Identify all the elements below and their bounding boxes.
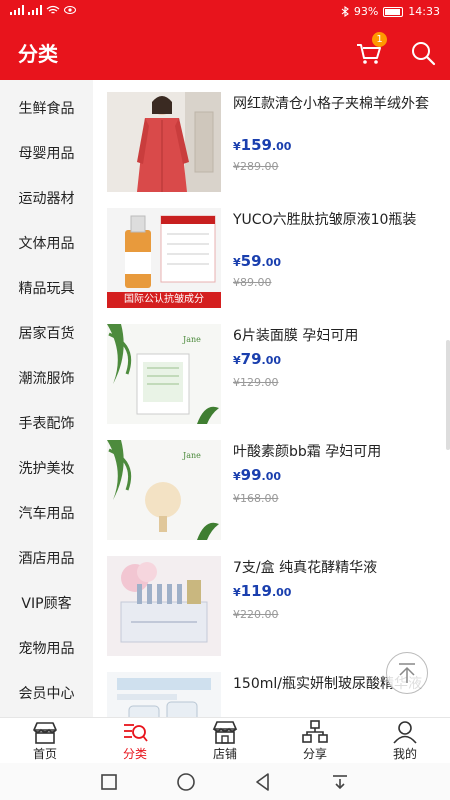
product-card[interactable]: 7支/盒 纯真花酵精华液 ¥119.00 ¥220.00 bbox=[93, 544, 450, 660]
product-image[interactable]: Jane bbox=[107, 324, 221, 424]
app-header: 分类 1 bbox=[0, 24, 450, 80]
nav-label: 分类 bbox=[122, 747, 147, 761]
edge-handle[interactable] bbox=[446, 340, 450, 450]
product-card[interactable]: Jane 6片装面膜 孕妇可用 ¥79.00 ¥129.00 bbox=[93, 312, 450, 428]
sidebar-item-watches[interactable]: 手表配饰 bbox=[0, 395, 93, 440]
product-image[interactable] bbox=[107, 556, 221, 656]
product-image[interactable]: Jane bbox=[107, 440, 221, 540]
product-card[interactable]: Jane 叶酸素颜bb霜 孕妇可用 ¥99.00 ¥168.00 bbox=[93, 428, 450, 544]
product-card[interactable]: 网红款清仓小格子夹棉羊绒外套 ¥159.00 ¥289.00 bbox=[93, 80, 450, 196]
svg-text:Jane: Jane bbox=[182, 335, 201, 344]
nav-profile[interactable]: 我的 bbox=[360, 718, 450, 763]
sidebar-item-mother-baby[interactable]: 母婴用品 bbox=[0, 125, 93, 170]
nav-label: 首页 bbox=[32, 747, 57, 761]
back-icon[interactable] bbox=[252, 771, 274, 793]
original-price: ¥89.00 bbox=[233, 276, 272, 289]
original-price: ¥289.00 bbox=[233, 160, 279, 173]
eye-icon bbox=[64, 6, 76, 14]
nav-share[interactable]: 分享 bbox=[270, 718, 360, 763]
arrow-up-icon bbox=[399, 663, 415, 683]
search-button[interactable] bbox=[408, 38, 438, 68]
share-icon bbox=[302, 720, 328, 743]
product-image[interactable] bbox=[107, 672, 221, 717]
category-icon bbox=[124, 724, 148, 742]
sidebar-item-car[interactable]: 汽车用品 bbox=[0, 485, 93, 530]
sidebar-item-beauty[interactable]: 洗护美妆 bbox=[0, 440, 93, 485]
product-image[interactable] bbox=[107, 92, 221, 192]
system-nav-bar bbox=[0, 763, 450, 800]
sidebar-item-sports[interactable]: 运动器材 bbox=[0, 170, 93, 215]
home-circle-icon[interactable] bbox=[175, 771, 197, 793]
nav-home[interactable]: 首页 bbox=[0, 718, 90, 763]
sidebar-item-hotel[interactable]: 酒店用品 bbox=[0, 530, 93, 575]
product-name: 7支/盒 纯真花酵精华液 bbox=[233, 560, 378, 576]
product-list: 网红款清仓小格子夹棉羊绒外套 ¥159.00 ¥289.00 国际公认抗皱成分 … bbox=[93, 80, 450, 717]
sidebar-item-fresh-food[interactable]: 生鲜食品 bbox=[0, 80, 93, 125]
scroll-to-top-button[interactable] bbox=[386, 652, 428, 694]
image-caption: 国际公认抗皱成分 bbox=[124, 294, 204, 305]
product-price: ¥79.00 bbox=[233, 350, 282, 368]
bottom-nav: 首页 分类 店铺 分享 我的 bbox=[0, 717, 450, 763]
home-icon bbox=[33, 722, 57, 744]
status-bar: 93% 14:33 bbox=[0, 0, 450, 24]
battery-percent: 93% bbox=[353, 5, 379, 18]
nav-label: 分享 bbox=[302, 747, 327, 761]
nav-label: 店铺 bbox=[212, 747, 237, 761]
nav-store[interactable]: 店铺 bbox=[180, 718, 270, 763]
search-icon bbox=[412, 42, 436, 66]
product-price: ¥119.00 bbox=[233, 582, 292, 600]
product-price: ¥159.00 bbox=[233, 136, 292, 154]
clock: 14:33 bbox=[408, 5, 440, 18]
original-price: ¥220.00 bbox=[233, 608, 279, 621]
sidebar-item-vip[interactable]: VIP顾客 bbox=[0, 575, 93, 620]
user-icon bbox=[393, 721, 417, 744]
product-card[interactable]: 国际公认抗皱成分 YUCO六胜肽抗皱原液10瓶装 ¥59.00 ¥89.00 bbox=[93, 196, 450, 312]
original-price: ¥168.00 bbox=[233, 492, 279, 505]
product-name: 6片装面膜 孕妇可用 bbox=[233, 328, 359, 344]
category-sidebar: 生鲜食品 母婴用品 运动器材 文体用品 精品玩具 居家百货 潮流服饰 手表配饰 … bbox=[0, 80, 93, 717]
signal-icon bbox=[28, 5, 42, 15]
sidebar-item-toys[interactable]: 精品玩具 bbox=[0, 260, 93, 305]
sidebar-item-home[interactable]: 居家百货 bbox=[0, 305, 93, 350]
sidebar-item-fashion[interactable]: 潮流服饰 bbox=[0, 350, 93, 395]
sidebar-item-member[interactable]: 会员中心 bbox=[0, 665, 93, 710]
nav-category[interactable]: 分类 bbox=[90, 718, 180, 763]
product-name: 叶酸素颜bb霜 孕妇可用 bbox=[233, 444, 382, 460]
signal-icon bbox=[10, 5, 24, 15]
sidebar-item-stationery[interactable]: 文体用品 bbox=[0, 215, 93, 260]
store-icon bbox=[212, 721, 238, 744]
bluetooth-icon bbox=[341, 6, 349, 17]
wifi-icon bbox=[46, 5, 60, 14]
product-price: ¥99.00 bbox=[233, 466, 282, 484]
product-name: 网红款清仓小格子夹棉羊绒外套 bbox=[233, 96, 429, 112]
original-price: ¥129.00 bbox=[233, 376, 279, 389]
sidebar-item-pets[interactable]: 宠物用品 bbox=[0, 620, 93, 665]
product-image[interactable]: 国际公认抗皱成分 bbox=[107, 208, 221, 308]
battery-icon bbox=[383, 6, 404, 17]
product-name: YUCO六胜肽抗皱原液10瓶装 bbox=[233, 212, 417, 228]
svg-text:Jane: Jane bbox=[182, 451, 201, 460]
notification-pull-icon[interactable] bbox=[329, 771, 351, 793]
recent-apps-icon[interactable] bbox=[98, 771, 120, 793]
nav-label: 我的 bbox=[392, 747, 417, 761]
product-price: ¥59.00 bbox=[233, 252, 282, 270]
cart-badge: 1 bbox=[372, 32, 387, 47]
page-title: 分类 bbox=[18, 42, 58, 66]
